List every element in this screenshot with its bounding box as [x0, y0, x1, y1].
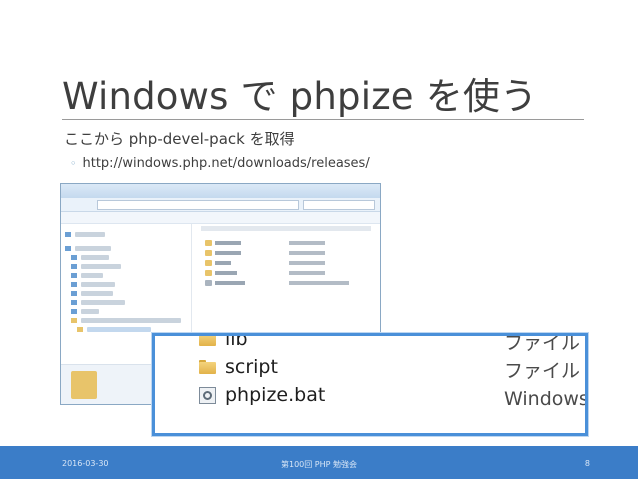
favorites-icon: [65, 232, 71, 237]
recycle-bin-icon: [71, 309, 77, 314]
slide-footer: 2016-03-30 第100回 PHP 勉強会 8: [0, 446, 638, 479]
address-bar: [61, 198, 380, 212]
file-type: [289, 241, 325, 245]
bullet-marker-icon: ◦: [70, 157, 77, 170]
search-field: [303, 200, 375, 210]
file-type: Windows バ: [504, 388, 588, 410]
folder-icon: [205, 260, 212, 266]
address-field: [97, 200, 299, 210]
file-type: [289, 271, 325, 275]
folder-icon: [205, 250, 212, 256]
batch-file-icon: [199, 387, 216, 404]
file-name: script: [225, 356, 278, 378]
file-type: ファイル フ: [504, 360, 585, 382]
file-type: [289, 261, 325, 265]
nav-item: [81, 291, 113, 296]
folder-icon: [199, 360, 216, 374]
zip-folder-icon: [71, 318, 77, 323]
file-type: [289, 251, 325, 255]
folder-icon: [205, 270, 212, 276]
file-type: ファイル フ: [504, 333, 585, 354]
bullet-sub: ◦ http://windows.php.net/downloads/releas…: [70, 156, 370, 171]
user-icon: [71, 273, 77, 278]
nav-item: [81, 255, 109, 260]
file-row[interactable]: lib ファイル フ: [155, 333, 585, 354]
computer-icon: [71, 282, 77, 287]
folder-icon: [205, 240, 212, 246]
slide: Windows で phpize を使う ここから php-devel-pack…: [0, 0, 638, 479]
library-icon: [71, 255, 77, 260]
file-name: [215, 251, 241, 255]
file-row[interactable]: script ファイル フ: [155, 356, 585, 382]
file-row[interactable]: phpize.bat Windows バ: [155, 384, 585, 410]
file-name: [215, 241, 241, 245]
large-folder-icon: [71, 371, 97, 399]
nav-item: [81, 273, 103, 278]
nav-item: [81, 309, 99, 314]
file-type: [289, 281, 349, 285]
file-name: [215, 271, 237, 275]
folder-icon: [199, 336, 216, 346]
title-divider: [62, 119, 584, 120]
bullet-main: ここから php-devel-pack を取得: [64, 130, 295, 148]
network-icon: [71, 291, 77, 296]
file-name: phpize.bat: [225, 384, 326, 406]
download-url[interactable]: http://windows.php.net/downloads/release…: [83, 156, 370, 171]
nav-item: [75, 232, 105, 237]
nav-item-selected: [87, 327, 151, 332]
page-number: 8: [584, 459, 590, 468]
file-name: lib: [225, 333, 248, 350]
nav-item: [75, 246, 111, 251]
batch-file-icon: [205, 280, 212, 286]
file-name: [215, 261, 231, 265]
footer-event: 第100回 PHP 勉強会: [280, 460, 358, 469]
folder-icon: [77, 327, 83, 332]
nav-item: [81, 282, 115, 287]
column-headers: [201, 226, 371, 231]
slide-title: Windows で phpize を使う: [62, 75, 538, 118]
desktop-icon: [65, 246, 71, 251]
window-titlebar: [61, 184, 380, 198]
window-toolbar: [61, 212, 380, 224]
homegroup-icon: [71, 264, 77, 269]
zoomed-file-list: lib ファイル フ script ファイル フ phpize.bat Wind…: [152, 333, 588, 436]
nav-item: [81, 318, 181, 323]
file-name: [215, 281, 245, 285]
control-panel-icon: [71, 300, 77, 305]
nav-item: [81, 264, 121, 269]
nav-item: [81, 300, 125, 305]
